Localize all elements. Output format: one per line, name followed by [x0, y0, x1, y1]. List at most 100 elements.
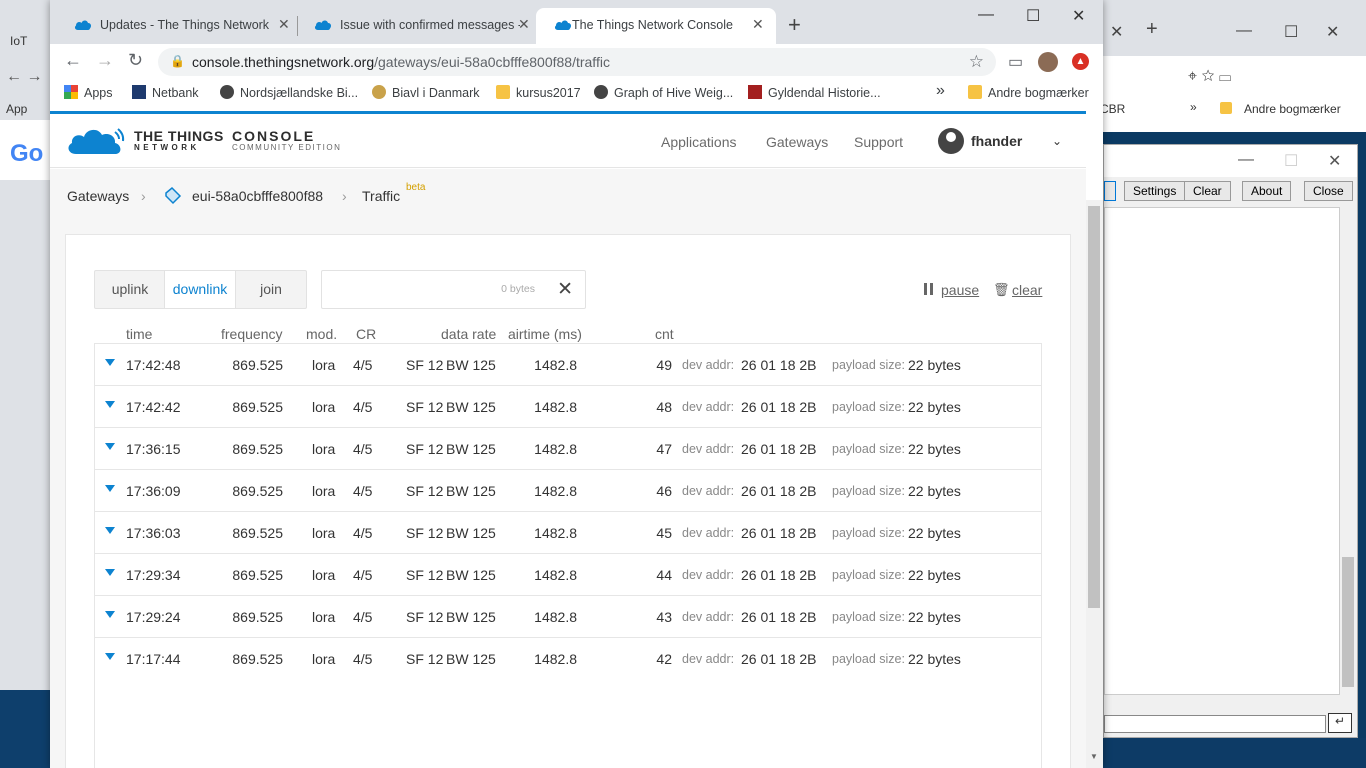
expand-caret-icon[interactable] — [105, 401, 115, 408]
maximize-icon[interactable]: ☐ — [1026, 6, 1040, 26]
table-row[interactable]: 17:36:15 869.525 lora 4/5 SF 12 BW 125 1482.8 4… — [95, 428, 1041, 470]
cast-icon[interactable]: ▭ — [1008, 52, 1023, 72]
bookmark-other[interactable]: Andre bogmærker — [968, 85, 1089, 100]
tab-updates[interactable]: Updates - The Things Network ✕ — [56, 8, 298, 44]
close-window-icon[interactable]: ✕ — [1072, 6, 1085, 26]
address-bar[interactable]: 🔒 console.thethingsnetwork.org/gateways/… — [158, 48, 996, 76]
debug-output[interactable] — [1104, 207, 1340, 695]
cell-sf: SF 12 — [406, 567, 444, 583]
table-row[interactable]: 17:42:42 869.525 lora 4/5 SF 12 BW 125 1482.8 4… — [95, 386, 1041, 428]
pause-icon[interactable] — [924, 283, 933, 295]
cell-airtime: 1482.8 — [534, 357, 577, 373]
cell-dev-addr: 26 01 18 2B — [741, 441, 817, 457]
cell-cr: 4/5 — [353, 651, 373, 667]
table-row[interactable]: 17:36:03 869.525 lora 4/5 SF 12 BW 125 1482.8 4… — [95, 512, 1041, 554]
bookmark-gyldendal[interactable]: Gyldendal Historie... — [748, 85, 881, 100]
background-tab-title[interactable]: IoT — [10, 34, 27, 48]
expand-caret-icon[interactable] — [105, 569, 115, 576]
bookmark-apps[interactable]: Apps — [64, 85, 113, 100]
netbank-icon — [132, 85, 146, 99]
bookmark-biavl[interactable]: Biavl i Danmark — [372, 85, 480, 100]
console-header: THE THINGS NETWORK CONSOLE COMMUNITY EDI… — [50, 114, 1086, 168]
expand-caret-icon[interactable] — [105, 527, 115, 534]
breadcrumb-gateway-id[interactable]: eui-58a0cbfffe800f88 — [192, 188, 323, 204]
tab-join[interactable]: join — [236, 271, 306, 308]
cell-cnt: 47 — [656, 441, 672, 457]
clear-button[interactable]: clear — [1012, 282, 1042, 298]
debug-close-icon[interactable]: ✕ — [1328, 151, 1341, 171]
extension-icon[interactable]: ▲ — [1072, 53, 1089, 70]
background-bookmark-partial[interactable]: CBR — [1100, 102, 1125, 116]
payload-filter-input[interactable]: 0 bytes ✕ — [321, 270, 586, 309]
table-row[interactable]: 17:17:44 869.525 lora 4/5 SF 12 BW 125 1482.8 4… — [95, 638, 1041, 680]
breadcrumb-chevron-icon: › — [141, 188, 146, 204]
reload-icon[interactable]: ↻ — [128, 50, 143, 71]
nav-support[interactable]: Support — [854, 134, 903, 150]
background-chevron-icon[interactable]: » — [1190, 100, 1197, 114]
bookmark-label: Nordsjællandske Bi... — [240, 86, 359, 100]
debug-about-button[interactable]: About — [1242, 181, 1292, 201]
bookmark-graph-hive[interactable]: Graph of Hive Weig... — [594, 85, 733, 100]
tab-close-icon[interactable]: ✕ — [518, 16, 530, 33]
background-close-icon[interactable]: ✕ — [1326, 22, 1339, 42]
globe-icon — [220, 85, 234, 99]
pause-button[interactable]: pause — [941, 282, 979, 298]
nav-gateways[interactable]: Gateways — [766, 134, 828, 150]
background-other-bookmarks[interactable]: Andre bogmærker — [1244, 102, 1341, 116]
user-name[interactable]: fhander — [971, 133, 1022, 149]
payload-size-label: payload size: — [832, 652, 905, 666]
expand-caret-icon[interactable] — [105, 485, 115, 492]
background-apps-label[interactable]: App — [6, 102, 27, 116]
debug-input[interactable] — [1104, 715, 1326, 733]
expand-caret-icon[interactable] — [105, 611, 115, 618]
expand-caret-icon[interactable] — [105, 359, 115, 366]
expand-caret-icon[interactable] — [105, 653, 115, 660]
debug-scrollbar[interactable] — [1340, 207, 1356, 695]
background-tab-close-icon[interactable]: ✕ — [1110, 22, 1123, 42]
debug-minimize-icon[interactable]: — — [1238, 151, 1254, 169]
chevron-down-icon[interactable]: ⌄ — [1052, 134, 1062, 148]
tab-issue[interactable]: Issue with confirmed messages - ✕ — [296, 8, 538, 44]
page-scrollbar[interactable]: ▼ — [1086, 200, 1103, 768]
tab-downlink[interactable]: downlink — [164, 271, 236, 308]
table-row[interactable]: 17:29:24 869.525 lora 4/5 SF 12 BW 125 1482.8 4… — [95, 596, 1041, 638]
background-maximize-icon[interactable]: ☐ — [1284, 22, 1298, 42]
debug-close-button[interactable]: Close — [1304, 181, 1353, 201]
back-icon[interactable]: ← — [64, 50, 82, 71]
breadcrumb-gateways[interactable]: Gateways — [67, 188, 129, 204]
forward-icon[interactable]: → — [96, 50, 114, 71]
page-scroll-thumb[interactable] — [1088, 206, 1100, 608]
user-avatar-icon[interactable] — [938, 128, 964, 154]
tab-ttn-console[interactable]: The Things Network Console ✕ — [536, 8, 776, 44]
nav-applications[interactable]: Applications — [661, 134, 737, 150]
debug-settings-button[interactable]: Settings — [1124, 181, 1186, 201]
bookmark-kursus2017[interactable]: kursus2017 — [496, 85, 581, 100]
trash-icon[interactable]: 🗑 — [993, 282, 1010, 298]
table-row[interactable]: 17:36:09 869.525 lora 4/5 SF 12 BW 125 1482.8 4… — [95, 470, 1041, 512]
expand-caret-icon[interactable] — [105, 443, 115, 450]
bookmark-nordsjaellandske[interactable]: Nordsjællandske Bi... — [220, 85, 358, 100]
new-tab-icon[interactable]: + — [788, 12, 801, 38]
bookmark-netbank[interactable]: Netbank — [132, 85, 199, 100]
background-new-tab-icon[interactable]: + — [1146, 18, 1158, 41]
clear-filter-icon[interactable]: ✕ — [557, 278, 573, 301]
debug-scroll-thumb[interactable] — [1342, 557, 1354, 687]
cell-cnt: 48 — [656, 399, 672, 415]
cell-airtime: 1482.8 — [534, 567, 577, 583]
bookmark-star-icon[interactable]: ☆ — [969, 52, 984, 72]
background-minimize-icon[interactable]: — — [1236, 22, 1252, 40]
scroll-down-icon[interactable]: ▼ — [1090, 752, 1098, 761]
table-row[interactable]: 17:42:48 869.525 lora 4/5 SF 12 BW 125 1482.8 4… — [95, 344, 1041, 386]
enter-icon[interactable]: ↵ — [1328, 713, 1352, 733]
minimize-icon[interactable]: — — [978, 6, 994, 24]
ttn-logo-icon[interactable] — [66, 126, 126, 156]
ttn-logo-text[interactable]: THE THINGS NETWORK — [134, 129, 224, 154]
tab-close-icon[interactable]: ✕ — [752, 16, 764, 33]
tab-uplink[interactable]: uplink — [95, 271, 165, 308]
debug-partial-button[interactable] — [1104, 181, 1116, 201]
bookmarks-overflow-icon[interactable]: » — [936, 82, 945, 100]
tab-close-icon[interactable]: ✕ — [278, 16, 290, 33]
table-row[interactable]: 17:29:34 869.525 lora 4/5 SF 12 BW 125 1482.8 4… — [95, 554, 1041, 596]
debug-clear-button[interactable]: Clear — [1184, 181, 1231, 201]
profile-avatar[interactable] — [1038, 52, 1058, 72]
